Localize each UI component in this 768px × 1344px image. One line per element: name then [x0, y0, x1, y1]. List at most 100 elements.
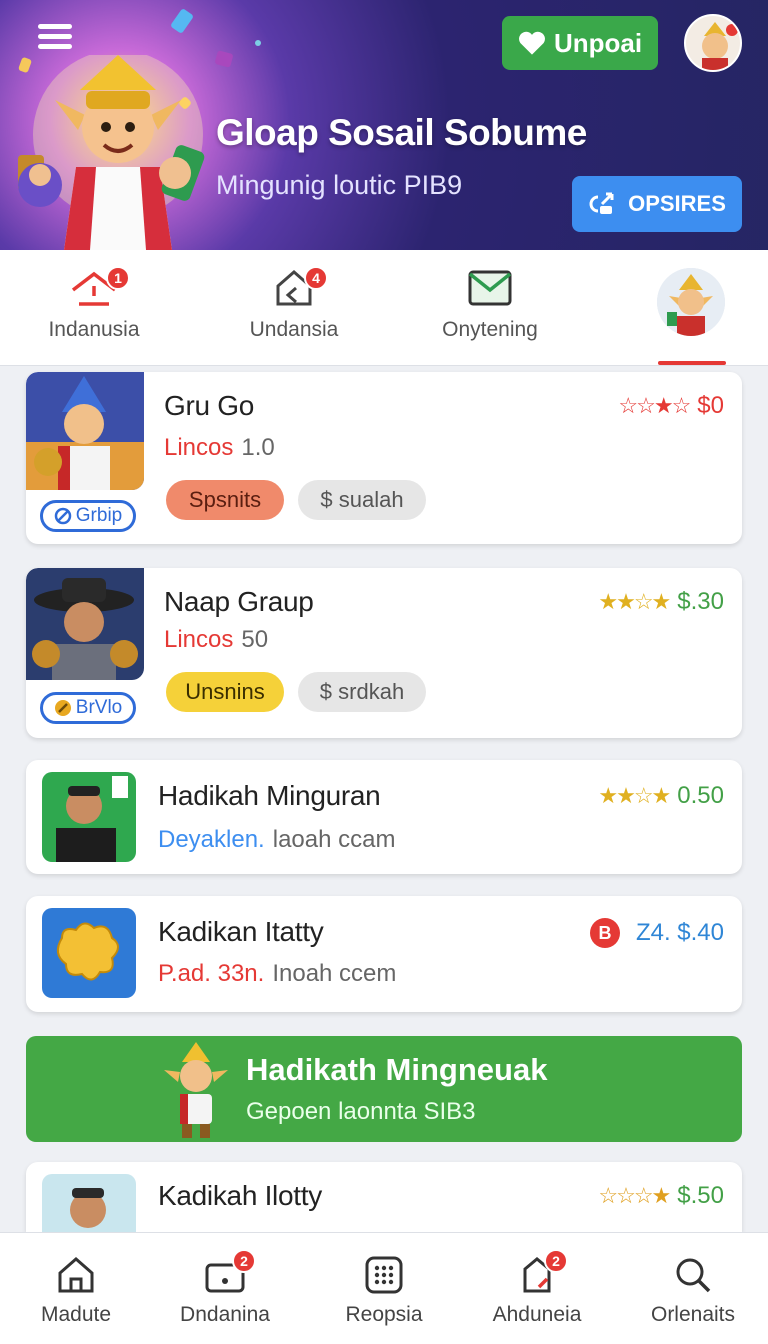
card-title: Naap Graup	[164, 586, 314, 617]
game-thumbnail	[42, 908, 136, 998]
rating-price: ☆☆☆★ $.50	[598, 1182, 724, 1210]
nav-label: Reopsia	[345, 1303, 423, 1326]
nav-item-ahduneia[interactable]: 2 Ahduneia	[462, 1233, 612, 1344]
hero-subtitle: Mingunig loutic PIB9	[216, 170, 463, 200]
nav-item-madute[interactable]: Madute	[1, 1233, 151, 1344]
nav-item-reopsia[interactable]: Reopsia	[309, 1233, 459, 1344]
tab-undansia[interactable]: 4 Undansia	[224, 250, 364, 366]
rating-price: B Z4. $.40	[589, 918, 724, 948]
card-subtitle-category: Deyaklen.	[158, 826, 265, 853]
active-tab-indicator	[658, 361, 726, 365]
home-icon	[58, 1257, 94, 1293]
nav-label: Dndanina	[180, 1303, 270, 1326]
tab-badge: 4	[304, 266, 328, 290]
group-badge[interactable]: Grbip	[40, 500, 136, 532]
nav-badge: 2	[544, 1249, 568, 1273]
list-item[interactable]: Kadikah Ilotty ☆☆☆★ $.50	[26, 1162, 742, 1232]
hero-character-illustration	[18, 55, 205, 250]
opsires-button[interactable]: OPSIRES	[572, 176, 742, 232]
nav-badge: 2	[232, 1249, 256, 1273]
nav-item-orlenaits[interactable]: Orlenaits	[618, 1233, 768, 1344]
avatar-character-icon	[686, 16, 740, 70]
nav-label: Ahduneia	[492, 1303, 582, 1326]
mail-icon	[468, 270, 512, 306]
card-title: Kadikah Ilotty	[158, 1180, 322, 1211]
tab-label: Undansia	[249, 318, 339, 341]
card-subtitle-value: Inoah ccem	[272, 960, 397, 987]
star-rating-icon: ★★☆★	[598, 783, 671, 808]
grid-icon	[365, 1256, 403, 1294]
promo-title: Hadikath Mingneuak	[246, 1052, 548, 1087]
card-subtitle: Lincos 50	[164, 626, 268, 654]
list-item[interactable]: Hadikah Minguran Deyaklen. laoah ccam ★★☆…	[26, 760, 742, 874]
star-rating-icon: ★★☆★	[598, 589, 671, 614]
rating-price: ☆☆★☆ $0	[618, 392, 724, 420]
tab-label: Indanusia	[48, 318, 140, 341]
character-thumbnail-icon	[26, 372, 144, 490]
bottom-navigation: Madute 2 Dndanina Reopsia 2 Ahduneia Orl…	[0, 1232, 768, 1344]
sparkle-decoration	[255, 40, 261, 46]
card-subtitle: P.ad. 33n. Inoah ccem	[158, 960, 396, 988]
opsires-button-label: OPSIRES	[628, 191, 726, 216]
promo-subtitle: Gepoen laonnta SIB3	[246, 1098, 476, 1125]
price-value: $.30	[677, 588, 724, 615]
tab-onytening[interactable]: Onytening	[420, 250, 560, 366]
upgrade-button-label: Unpoai	[553, 27, 643, 58]
promo-character-icon	[164, 1042, 228, 1138]
group-badge-label: BrVlo	[75, 697, 123, 718]
tab-badge: 1	[106, 266, 130, 290]
hamburger-menu-icon[interactable]	[38, 24, 72, 50]
hero-banner: Gloap Sosail Sobume Mingunig loutic PIB9…	[0, 0, 768, 250]
list-item[interactable]: Kadikan Itatty P.ad. 33n. Inoah ccem B Z4…	[26, 896, 742, 1012]
price-tag[interactable]: $ srdkah	[298, 672, 426, 712]
nav-label: Orlenaits	[650, 1303, 736, 1326]
nav-label: Madute	[40, 1303, 112, 1326]
user-avatar[interactable]	[684, 14, 742, 72]
gold-puzzle-icon	[42, 908, 136, 998]
category-tag[interactable]: Spsnits	[166, 480, 284, 520]
card-subtitle-category: Lincos	[164, 434, 234, 461]
card-subtitle: Lincos 1.0	[164, 434, 275, 462]
tab-indanusia[interactable]: 1 Indanusia	[24, 250, 164, 366]
coin-icon	[54, 700, 71, 716]
coin-currency-icon: B	[589, 918, 620, 948]
promo-banner[interactable]: Hadikath Mingneuak Gepoen laonnta SIB3	[26, 1036, 742, 1142]
card-subtitle-category: P.ad. 33n.	[158, 960, 265, 987]
price-value: $0	[697, 392, 724, 419]
rating-price: ★★☆★ $.30	[598, 588, 724, 616]
card-subtitle-value: laoah ccam	[272, 826, 396, 853]
game-thumbnail	[26, 568, 144, 680]
tab-label: Onytening	[442, 318, 538, 341]
hero-title: Gloap Sosail Sobume	[216, 112, 587, 153]
person-thumbnail-icon	[42, 772, 136, 862]
category-tag[interactable]: Unsnins	[166, 672, 284, 712]
star-rating-icon: ☆☆★☆	[618, 393, 691, 418]
nav-item-dndanina[interactable]: 2 Dndanina	[150, 1233, 300, 1344]
price-value: Z4. $.40	[635, 919, 724, 946]
card-title: Gru Go	[164, 390, 255, 421]
person-thumbnail-icon	[42, 1174, 136, 1232]
character-thumbnail-icon	[26, 568, 144, 680]
tab-profile-avatar[interactable]	[657, 268, 725, 336]
heart-icon	[518, 31, 545, 55]
price-tag[interactable]: $ sualah	[298, 480, 426, 520]
group-badge-label: Grbip	[75, 505, 123, 526]
share-link-icon	[589, 192, 614, 214]
rating-price: ★★☆★ 0.50	[598, 782, 724, 810]
list-item[interactable]: BrVlo Naap Graup Lincos 50 Unsnins $ srdk…	[26, 568, 742, 738]
top-tab-bar: 1 Indanusia 4 Undansia Onytening	[0, 250, 768, 366]
card-subtitle-value: 50	[241, 626, 269, 653]
list-item[interactable]: Grbip Gru Go Lincos 1.0 Spsnits $ sualah …	[26, 372, 742, 544]
card-title: Kadikan Itatty	[158, 916, 324, 947]
game-thumbnail	[42, 1174, 136, 1232]
group-badge[interactable]: BrVlo	[40, 692, 136, 724]
price-value: $.50	[677, 1182, 724, 1209]
star-rating-icon: ☆☆☆★	[598, 1183, 671, 1208]
upgrade-button[interactable]: Unpoai	[502, 16, 658, 70]
sparkle-decoration	[169, 7, 195, 35]
game-thumbnail	[42, 772, 136, 862]
card-title: Hadikah Minguran	[158, 780, 381, 811]
search-icon	[676, 1258, 711, 1293]
price-value: 0.50	[677, 782, 724, 809]
game-thumbnail	[26, 372, 144, 490]
